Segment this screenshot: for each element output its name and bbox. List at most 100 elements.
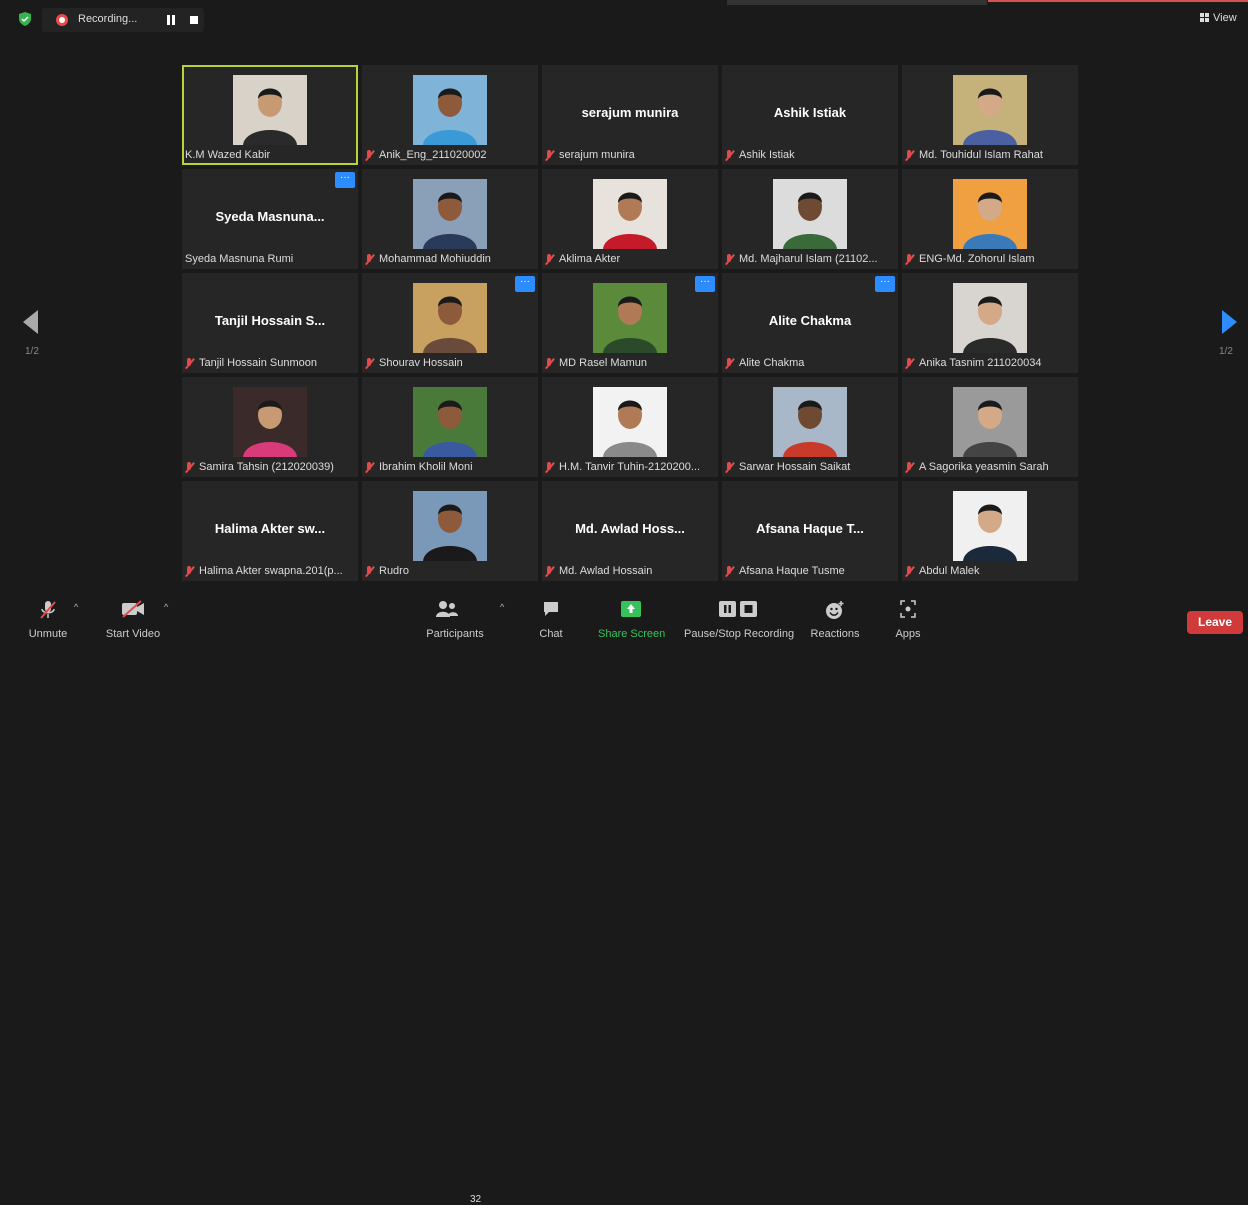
participants-button[interactable]: Participants bbox=[423, 590, 487, 645]
chat-icon bbox=[544, 602, 558, 616]
participant-name-tag: Afsana Haque Tusme bbox=[725, 565, 845, 577]
meeting-toolbar: Unmute ^ Start Video ^ Participants 32 ^… bbox=[0, 590, 1248, 1205]
participants-label: Participants bbox=[426, 628, 484, 640]
stop-icon[interactable] bbox=[190, 16, 198, 24]
participant-name-tag: K.M Wazed Kabir bbox=[185, 149, 270, 161]
participant-photo bbox=[413, 491, 487, 561]
participant-name-tag: Anika Tasnim 211020034 bbox=[905, 357, 1042, 369]
more-options-button[interactable]: ··· bbox=[515, 276, 535, 292]
mic-muted-icon bbox=[365, 253, 374, 265]
participant-name: Ibrahim Kholil Moni bbox=[379, 461, 473, 473]
participants-count: 32 bbox=[470, 1194, 482, 1205]
participant-tile[interactable]: Syeda Masnuna... ··· Syeda Masnuna Rumi bbox=[182, 169, 358, 269]
pause-stop-icon bbox=[719, 601, 757, 617]
participant-name-tag: MD Rasel Mamun bbox=[545, 357, 647, 369]
participant-tile[interactable]: Afsana Haque T... Afsana Haque Tusme bbox=[722, 481, 898, 581]
participant-photo bbox=[953, 491, 1027, 561]
participant-tile[interactable]: A Sagorika yeasmin Sarah bbox=[902, 377, 1078, 477]
participant-tile[interactable]: Anika Tasnim 211020034 bbox=[902, 273, 1078, 373]
mic-muted-icon bbox=[725, 253, 734, 265]
view-button[interactable]: View bbox=[1200, 12, 1237, 24]
participant-tile[interactable]: Tanjil Hossain S... Tanjil Hossain Sunmoo… bbox=[182, 273, 358, 373]
chat-button[interactable]: Chat bbox=[532, 590, 570, 645]
participant-tile[interactable]: Alite Chakma ··· Alite Chakma bbox=[722, 273, 898, 373]
mic-muted-icon bbox=[905, 461, 914, 473]
recording-indicator: Recording... bbox=[42, 8, 204, 32]
participant-name: Sarwar Hossain Saikat bbox=[739, 461, 851, 473]
unmute-button[interactable]: Unmute bbox=[22, 590, 74, 645]
mic-muted-icon bbox=[545, 149, 554, 161]
participant-name-tag: Rudro bbox=[365, 565, 409, 577]
participant-tile[interactable]: Ibrahim Kholil Moni bbox=[362, 377, 538, 477]
participant-name: Anika Tasnim 211020034 bbox=[919, 357, 1042, 369]
participant-name-tag: Md. Touhidul Islam Rahat bbox=[905, 149, 1043, 161]
participant-tile[interactable]: K.M Wazed Kabir bbox=[182, 65, 358, 165]
reactions-button[interactable]: Reactions bbox=[808, 590, 862, 645]
mic-muted-icon bbox=[185, 357, 194, 369]
leave-button[interactable]: Leave bbox=[1187, 611, 1243, 634]
video-options-caret-icon[interactable]: ^ bbox=[164, 602, 168, 612]
participant-name: Alite Chakma bbox=[739, 357, 805, 369]
participant-tile[interactable]: Halima Akter sw... Halima Akter swapna.20… bbox=[182, 481, 358, 581]
participant-tile[interactable]: Ashik Istiak Ashik Istiak bbox=[722, 65, 898, 165]
participant-display-name: Ashik Istiak bbox=[773, 105, 847, 120]
more-options-button[interactable]: ··· bbox=[695, 276, 715, 292]
mic-muted-icon bbox=[185, 461, 194, 473]
mic-muted-icon bbox=[545, 461, 554, 473]
mic-muted-icon bbox=[725, 357, 734, 369]
pause-icon[interactable] bbox=[166, 15, 176, 25]
participant-photo bbox=[413, 283, 487, 353]
participant-tile[interactable]: Mohammad Mohiuddin bbox=[362, 169, 538, 269]
participant-name-tag: Abdul Malek bbox=[905, 565, 980, 577]
previous-page-arrow-icon[interactable] bbox=[23, 310, 38, 334]
participant-tile[interactable]: Rudro bbox=[362, 481, 538, 581]
more-options-button[interactable]: ··· bbox=[335, 172, 355, 188]
participant-tile[interactable]: ··· Shourav Hossain bbox=[362, 273, 538, 373]
participant-name: Rudro bbox=[379, 565, 409, 577]
mic-muted-icon bbox=[365, 461, 374, 473]
participant-photo bbox=[413, 387, 487, 457]
participant-name: MD Rasel Mamun bbox=[559, 357, 648, 369]
participant-tile[interactable]: Aklima Akter bbox=[542, 169, 718, 269]
view-label: View bbox=[1213, 12, 1237, 24]
participant-name: H.M. Tanvir Tuhin-2120200... bbox=[559, 461, 701, 473]
participant-tile[interactable]: ··· MD Rasel Mamun bbox=[542, 273, 718, 373]
more-options-button[interactable]: ··· bbox=[875, 276, 895, 292]
participant-tile[interactable]: Anik_Eng_211020002 bbox=[362, 65, 538, 165]
pause-stop-recording-button[interactable]: Pause/Stop Recording bbox=[684, 590, 794, 645]
participant-tile[interactable]: serajum munira serajum munira bbox=[542, 65, 718, 165]
participant-name: Md. Touhidul Islam Rahat bbox=[919, 149, 1043, 161]
shield-icon[interactable] bbox=[18, 12, 32, 26]
grid-icon bbox=[1200, 13, 1209, 22]
participant-display-name: Halima Akter sw... bbox=[214, 521, 326, 536]
mic-muted-icon bbox=[40, 601, 56, 619]
share-screen-button[interactable]: Share Screen bbox=[598, 590, 665, 645]
next-page-arrow-icon[interactable] bbox=[1222, 310, 1237, 334]
mic-muted-icon bbox=[725, 461, 734, 473]
start-video-button[interactable]: Start Video bbox=[100, 590, 166, 645]
audio-options-caret-icon[interactable]: ^ bbox=[74, 602, 78, 612]
participant-photo bbox=[233, 75, 307, 145]
participant-tile[interactable]: Md. Majharul Islam (21102... bbox=[722, 169, 898, 269]
participant-name-tag: Md. Majharul Islam (21102... bbox=[725, 253, 878, 265]
participant-name-tag: Aklima Akter bbox=[545, 253, 620, 265]
participant-name: Afsana Haque Tusme bbox=[739, 565, 845, 577]
participant-photo bbox=[413, 75, 487, 145]
participant-photo bbox=[593, 387, 667, 457]
participant-name: A Sagorika yeasmin Sarah bbox=[919, 461, 1049, 473]
participant-tile[interactable]: ENG-Md. Zohorul Islam bbox=[902, 169, 1078, 269]
participant-tile[interactable]: H.M. Tanvir Tuhin-2120200... bbox=[542, 377, 718, 477]
participant-tile[interactable]: Sarwar Hossain Saikat bbox=[722, 377, 898, 477]
participants-options-caret-icon[interactable]: ^ bbox=[500, 602, 504, 612]
share-screen-icon bbox=[621, 601, 641, 617]
mic-muted-icon bbox=[905, 253, 914, 265]
participant-tile[interactable]: Abdul Malek bbox=[902, 481, 1078, 581]
participant-tile[interactable]: Samira Tahsin (212020039) bbox=[182, 377, 358, 477]
participant-name-tag: Alite Chakma bbox=[725, 357, 804, 369]
mic-muted-icon bbox=[545, 253, 554, 265]
participant-tile[interactable]: Md. Awlad Hoss... Md. Awlad Hossain bbox=[542, 481, 718, 581]
apps-button[interactable]: Apps bbox=[888, 590, 928, 645]
participant-tile[interactable]: Md. Touhidul Islam Rahat bbox=[902, 65, 1078, 165]
chat-label: Chat bbox=[539, 628, 563, 640]
participant-photo bbox=[413, 179, 487, 249]
